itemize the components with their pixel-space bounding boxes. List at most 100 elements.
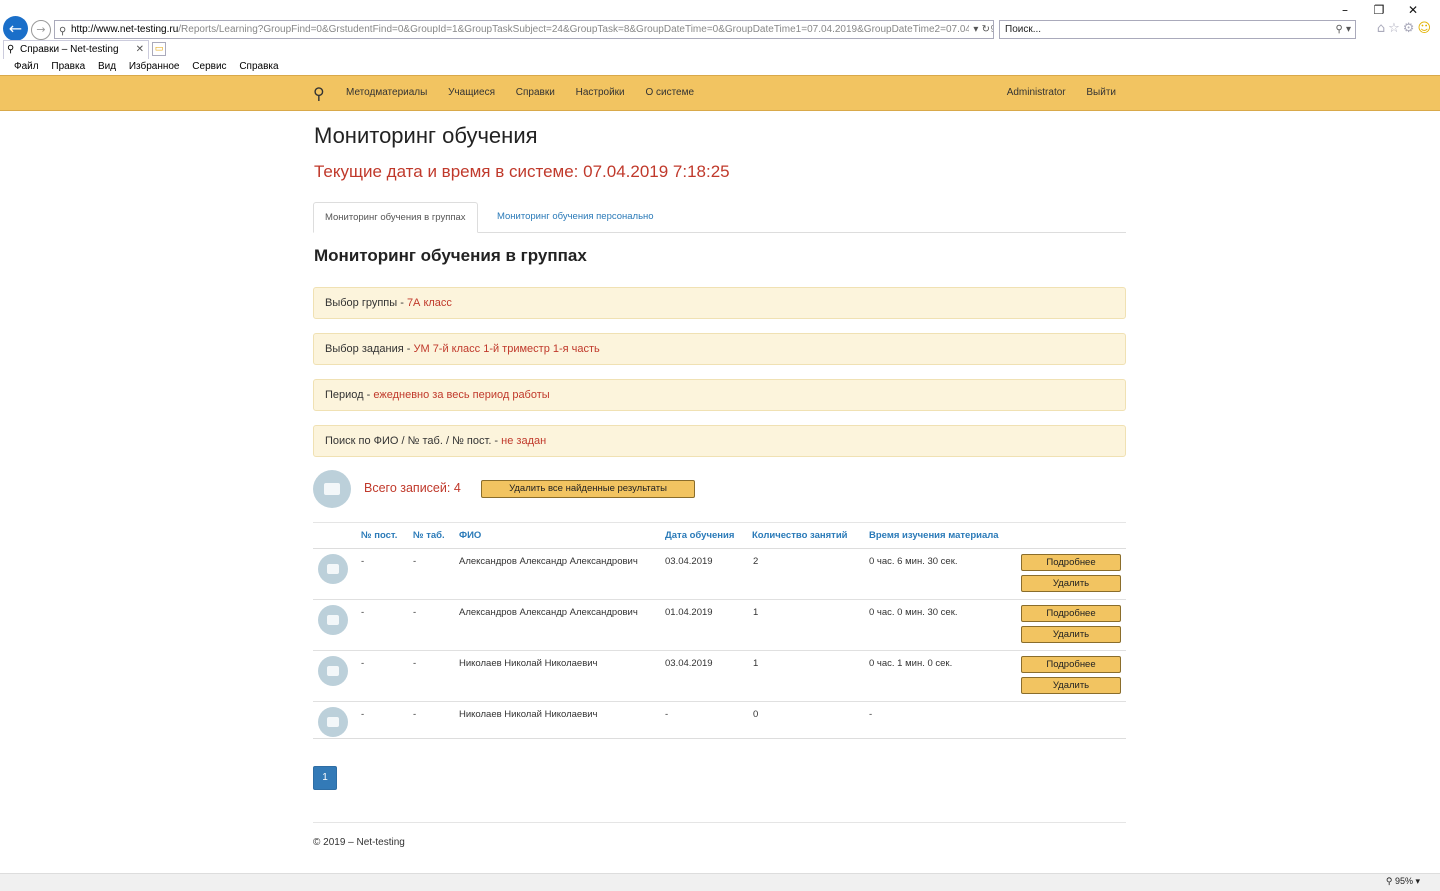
minimize-icon[interactable]: – xyxy=(1328,3,1362,17)
table-row: - - Николаев Николай Николаевич - 0 - xyxy=(313,702,1126,739)
footer-divider xyxy=(313,822,1126,823)
zoom-level[interactable]: ⚲ 95% ▾ xyxy=(1386,876,1420,887)
cell-post: - xyxy=(361,556,365,567)
close-window-icon[interactable]: ✕ xyxy=(1396,3,1430,17)
cell-name: Александров Александр Александрович xyxy=(459,607,638,618)
header-date[interactable]: Дата обучения xyxy=(665,523,734,549)
browser-toolbar: ← → ⚲ http://www.net-testing.ru/Reports/… xyxy=(0,0,1440,41)
filter-group-label: Выбор группы - xyxy=(325,297,407,309)
nav-about[interactable]: О системе xyxy=(645,87,694,98)
tab-personal-monitoring[interactable]: Мониторинг обучения персонально xyxy=(486,202,665,233)
browser-status-bar: ⚲ 95% ▾ xyxy=(0,873,1440,891)
filter-task-value[interactable]: УМ 7-й класс 1-й триместр 1-я часть xyxy=(413,343,599,355)
header-tab-number[interactable]: № таб. xyxy=(413,523,445,549)
delete-button[interactable]: Удалить xyxy=(1021,677,1121,694)
tab-close-icon[interactable]: ✕ xyxy=(136,41,144,59)
cell-name: Николаев Николай Николаевич xyxy=(459,658,598,669)
menu-help[interactable]: Справка xyxy=(239,61,278,72)
home-icon[interactable]: ⌂ xyxy=(1377,21,1388,36)
section-title: Мониторинг обучения в группах xyxy=(314,246,587,265)
cell-tab: - xyxy=(413,658,417,669)
delete-button[interactable]: Удалить xyxy=(1021,626,1121,643)
footer-copyright: © 2019 – Net-testing xyxy=(313,837,405,848)
forward-button[interactable]: → xyxy=(31,20,51,40)
delete-all-button[interactable]: Удалить все найденные результаты xyxy=(481,480,695,498)
cell-name: Александров Александр Александрович xyxy=(459,556,638,567)
header-full-name[interactable]: ФИО xyxy=(459,523,481,549)
filter-group[interactable]: Выбор группы - 7А класс xyxy=(313,287,1126,319)
browser-tabs: ⚲ Справки – Net-testing ✕ ▭ xyxy=(0,40,1440,59)
filter-period-label: Период - xyxy=(325,389,374,401)
filter-search[interactable]: Поиск по ФИО / № таб. / № пост. - не зад… xyxy=(313,425,1126,457)
cell-time: - xyxy=(869,709,873,720)
nav-logout[interactable]: Выйти xyxy=(1086,87,1116,98)
settings-gear-icon[interactable]: ⚙ xyxy=(1403,21,1418,36)
nav-user[interactable]: Administrator xyxy=(1007,87,1066,98)
nav-students[interactable]: Учащиеся xyxy=(448,87,495,98)
page-title: Мониторинг обучения xyxy=(314,123,538,148)
cell-post: - xyxy=(361,607,365,618)
filter-period[interactable]: Период - ежедневно за весь период работы xyxy=(313,379,1126,411)
new-tab-icon[interactable]: ▭ xyxy=(152,42,166,56)
browser-tab-active[interactable]: ⚲ Справки – Net-testing ✕ xyxy=(3,40,149,59)
filter-period-value[interactable]: ежедневно за весь период работы xyxy=(373,389,549,401)
cell-post: - xyxy=(361,709,365,720)
header-lessons-count[interactable]: Количество занятий xyxy=(752,523,848,549)
cell-tab: - xyxy=(413,556,417,567)
print-icon[interactable] xyxy=(313,470,351,508)
filter-group-value[interactable]: 7А класс xyxy=(407,297,452,309)
nav-materials[interactable]: Методматериалы xyxy=(346,87,427,98)
tab-group-monitoring[interactable]: Мониторинг обучения в группах xyxy=(313,202,478,233)
nav-reports[interactable]: Справки xyxy=(516,87,555,98)
refresh-icon[interactable]: ▾ ↻ xyxy=(969,21,990,38)
site-favicon-icon: ⚲ xyxy=(7,44,15,55)
menu-view[interactable]: Вид xyxy=(98,61,116,72)
cell-time: 0 час. 0 мин. 30 сек. xyxy=(869,607,958,618)
back-button[interactable]: ← xyxy=(3,16,28,41)
window-controls: – ❐ ✕ xyxy=(1328,3,1430,17)
cell-time: 0 час. 1 мин. 0 сек. xyxy=(869,658,953,669)
browser-menu-bar: Файл Правка Вид Избранное Сервис Справка xyxy=(0,59,1440,75)
browser-tab-title: Справки – Net-testing xyxy=(20,44,119,55)
search-icon[interactable]: ⚲ ▾ xyxy=(1335,21,1351,38)
restore-icon[interactable]: ❐ xyxy=(1362,3,1396,17)
table-row: - - Александров Александр Александрович … xyxy=(313,549,1126,600)
brand-bulb-icon[interactable]: ⚲ xyxy=(313,84,325,103)
cell-date: 01.04.2019 xyxy=(665,607,713,618)
cell-date: - xyxy=(665,709,669,720)
details-button[interactable]: Подробнее xyxy=(1021,605,1121,622)
details-button[interactable]: Подробнее xyxy=(1021,656,1121,673)
header-study-time[interactable]: Время изучения материала xyxy=(869,523,999,549)
delete-button[interactable]: Удалить xyxy=(1021,575,1121,592)
page-1-button[interactable]: 1 xyxy=(313,766,337,790)
user-nav: Administrator Выйти xyxy=(989,76,1116,110)
main-nav: Методматериалы Учащиеся Справки Настройк… xyxy=(346,76,712,110)
menu-file[interactable]: Файл xyxy=(14,61,39,72)
zoom-icon: ⚲ xyxy=(1385,876,1395,886)
cell-tab: - xyxy=(413,607,417,618)
nav-settings[interactable]: Настройки xyxy=(576,87,625,98)
cell-count: 1 xyxy=(753,607,759,618)
filter-task-label: Выбор задания - xyxy=(325,343,414,355)
row-print-icon[interactable] xyxy=(318,707,348,737)
row-print-icon[interactable] xyxy=(318,656,348,686)
feedback-smile-icon[interactable]: ☺ xyxy=(1417,21,1434,36)
menu-edit[interactable]: Правка xyxy=(51,61,85,72)
filter-search-label: Поиск по ФИО / № таб. / № пост. - xyxy=(325,435,502,447)
filter-task[interactable]: Выбор задания - УМ 7-й класс 1-й тримест… xyxy=(313,333,1126,365)
row-print-icon[interactable] xyxy=(318,554,348,584)
cell-date: 03.04.2019 xyxy=(665,658,713,669)
menu-tools[interactable]: Сервис xyxy=(192,61,226,72)
browser-search-input[interactable]: Поиск... ⚲ ▾ xyxy=(999,20,1356,39)
url-host: http://www.net-testing.ru xyxy=(71,24,179,35)
cell-time: 0 час. 6 мин. 30 сек. xyxy=(869,556,958,567)
address-bar[interactable]: ⚲ http://www.net-testing.ru/Reports/Lear… xyxy=(54,20,994,39)
table-row: - - Николаев Николай Николаевич 03.04.20… xyxy=(313,651,1126,702)
header-post-number[interactable]: № пост. xyxy=(361,523,397,549)
row-print-icon[interactable] xyxy=(318,605,348,635)
details-button[interactable]: Подробнее xyxy=(1021,554,1121,571)
filter-search-value[interactable]: не задан xyxy=(501,435,546,447)
menu-favorites[interactable]: Избранное xyxy=(129,61,180,72)
cell-count: 0 xyxy=(753,709,759,720)
favorites-star-icon[interactable]: ☆ xyxy=(1388,21,1403,36)
